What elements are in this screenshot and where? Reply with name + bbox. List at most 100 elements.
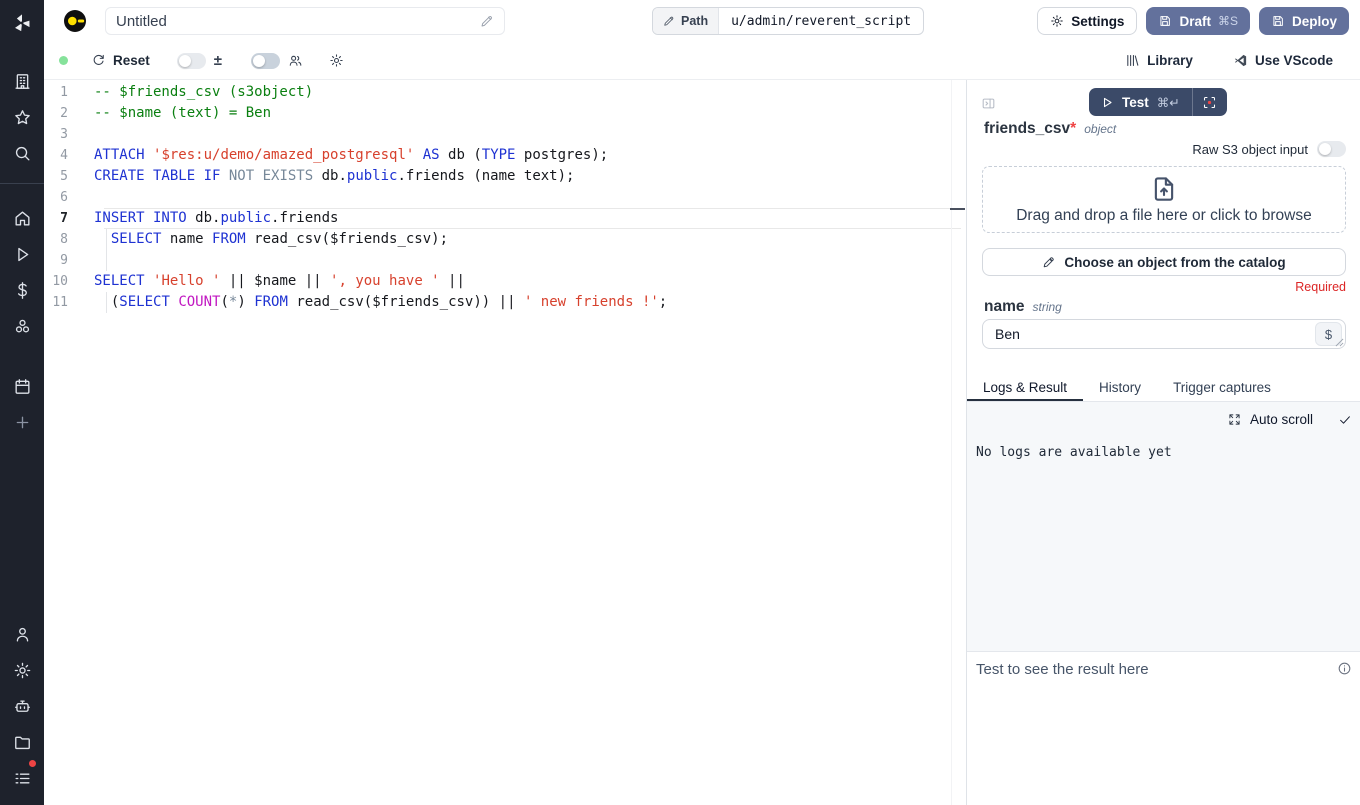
app-window: Untitled Path u/admin/reverent_script Se… [0, 0, 1360, 805]
favorites-icon[interactable] [0, 104, 44, 130]
schedules-icon[interactable] [0, 373, 44, 399]
home-icon[interactable] [0, 205, 44, 231]
use-vscode-button[interactable]: Use VScode [1233, 53, 1333, 68]
line-number: 7 [44, 208, 79, 229]
deploy-button[interactable]: Deploy [1259, 7, 1349, 35]
line-number: 6 [44, 187, 79, 208]
search-icon[interactable] [0, 140, 44, 166]
duckdb-icon [63, 9, 87, 33]
code-line[interactable]: 10 SELECT 'Hello ' || $name || ', you hav… [44, 271, 966, 292]
raw-s3-label: Raw S3 object input [1192, 142, 1308, 157]
test-button-group: Test ⌘↵ [1089, 88, 1227, 116]
run-panel: Test ⌘↵ friends_csv* object Raw S3 objec… [967, 80, 1360, 805]
raw-s3-toggle-row: Raw S3 object input [1192, 141, 1346, 157]
collapse-panel-icon[interactable] [981, 96, 996, 111]
capture-icon [1202, 95, 1217, 110]
code-line[interactable]: 9 [44, 250, 966, 271]
code-lines: 1-- $friends_csv (s3object)2-- $name (te… [44, 82, 966, 313]
tab-history[interactable]: History [1083, 376, 1157, 401]
code-text: CREATE TABLE IF NOT EXISTS db.public.fri… [94, 166, 574, 187]
resize-grip[interactable] [1335, 338, 1344, 347]
autoscroll-checkbox[interactable] [1338, 413, 1352, 427]
line-number: 4 [44, 145, 79, 166]
save-icon [1271, 14, 1285, 28]
code-editor[interactable]: 1-- $friends_csv (s3object)2-- $name (te… [44, 80, 966, 805]
overview-ruler-cursor-mark [950, 208, 965, 210]
vscode-icon [1233, 53, 1248, 68]
tab-logs-result[interactable]: Logs & Result [967, 376, 1083, 401]
windmill-logo-icon[interactable] [0, 9, 44, 37]
script-title-input[interactable]: Untitled [105, 7, 505, 35]
code-line[interactable]: 11 (SELECT COUNT(*) FROM read_csv($frien… [44, 292, 966, 313]
line-number: 11 [44, 292, 79, 313]
tab-trigger-captures[interactable]: Trigger captures [1157, 376, 1287, 401]
pencil-icon [663, 15, 675, 27]
workers-icon[interactable] [0, 765, 44, 791]
assistant-icon[interactable] [0, 693, 44, 719]
result-placeholder: Test to see the result here [976, 661, 1149, 678]
reset-button[interactable]: Reset [91, 53, 150, 68]
line-number: 8 [44, 229, 79, 250]
settings-button[interactable]: Settings [1037, 7, 1137, 35]
code-line[interactable]: 2-- $name (text) = Ben [44, 103, 966, 124]
code-line[interactable]: 3 [44, 124, 966, 145]
logs-panel: Auto scroll No logs are available yet [967, 402, 1360, 651]
file-dropzone[interactable]: Drag and drop a file here or click to br… [982, 166, 1346, 233]
edit-title-icon[interactable] [480, 14, 494, 28]
dropzone-label: Drag and drop a file here or click to br… [1016, 207, 1312, 225]
capture-run-button[interactable] [1193, 88, 1227, 116]
code-text: INSERT INTO db.public.friends [94, 208, 338, 229]
required-star: * [1070, 120, 1076, 137]
code-line[interactable]: 4 ATTACH '$res:u/demo/amazed_postgresql' … [44, 145, 966, 166]
code-line[interactable]: 5 CREATE TABLE IF NOT EXISTS db.public.fr… [44, 166, 966, 187]
path-label-segment: Path [653, 8, 719, 34]
expand-icon[interactable] [1228, 413, 1241, 426]
field-name: friends_csv [984, 120, 1070, 137]
code-text: SELECT 'Hello ' || $name || ', you have … [94, 271, 465, 292]
folders-icon[interactable] [0, 729, 44, 755]
draft-button[interactable]: Draft ⌘S [1146, 7, 1250, 35]
variables-icon[interactable] [0, 277, 44, 303]
plus-minus-icon: ± [214, 52, 222, 69]
test-shortcut: ⌘↵ [1157, 95, 1180, 110]
diff-toggle[interactable] [177, 53, 206, 69]
editor-settings-button[interactable] [329, 53, 344, 68]
collab-toggle[interactable] [251, 53, 280, 69]
resources-icon[interactable] [0, 313, 44, 339]
choose-object-label: Choose an object from the catalog [1064, 255, 1285, 270]
library-button[interactable]: Library [1125, 53, 1193, 68]
editor-toolbar: Reset ± Library Use VScode [44, 42, 1360, 80]
info-icon[interactable] [1337, 661, 1352, 676]
top-bar: Untitled Path u/admin/reverent_script Se… [44, 0, 1360, 42]
test-button[interactable]: Test ⌘↵ [1089, 88, 1192, 116]
name-input[interactable] [983, 326, 1315, 342]
save-icon [1158, 14, 1172, 28]
workspace-icon[interactable] [0, 68, 44, 94]
code-line[interactable]: 1-- $friends_csv (s3object) [44, 82, 966, 103]
user-icon[interactable] [0, 621, 44, 647]
raw-s3-toggle[interactable] [1317, 141, 1346, 157]
status-dot [59, 56, 68, 65]
script-title: Untitled [116, 13, 480, 30]
code-line[interactable]: 6 [44, 187, 966, 208]
sidebar [0, 0, 44, 805]
code-line[interactable]: 7 INSERT INTO db.public.friends [44, 208, 966, 229]
code-line[interactable]: 8 SELECT name FROM read_csv($friends_csv… [44, 229, 966, 250]
path-button[interactable]: Path u/admin/reverent_script [652, 7, 924, 35]
collaborators-icon[interactable] [288, 53, 303, 68]
settings-icon[interactable] [0, 657, 44, 683]
code-text: -- $name (text) = Ben [94, 103, 271, 124]
runs-icon[interactable] [0, 241, 44, 267]
path-value: u/admin/reverent_script [719, 8, 923, 34]
required-label: Required [1295, 280, 1346, 294]
add-icon[interactable] [0, 409, 44, 435]
field-name-header: name string [984, 298, 1062, 316]
line-number: 10 [44, 271, 79, 292]
line-number: 3 [44, 124, 79, 145]
field-friends-csv-header: friends_csv* object [984, 120, 1116, 138]
code-text: SELECT name FROM read_csv($friends_csv); [94, 229, 448, 250]
choose-object-button[interactable]: Choose an object from the catalog [982, 248, 1346, 276]
code-text: ATTACH '$res:u/demo/amazed_postgresql' A… [94, 145, 608, 166]
line-number: 5 [44, 166, 79, 187]
refresh-icon [91, 53, 106, 68]
